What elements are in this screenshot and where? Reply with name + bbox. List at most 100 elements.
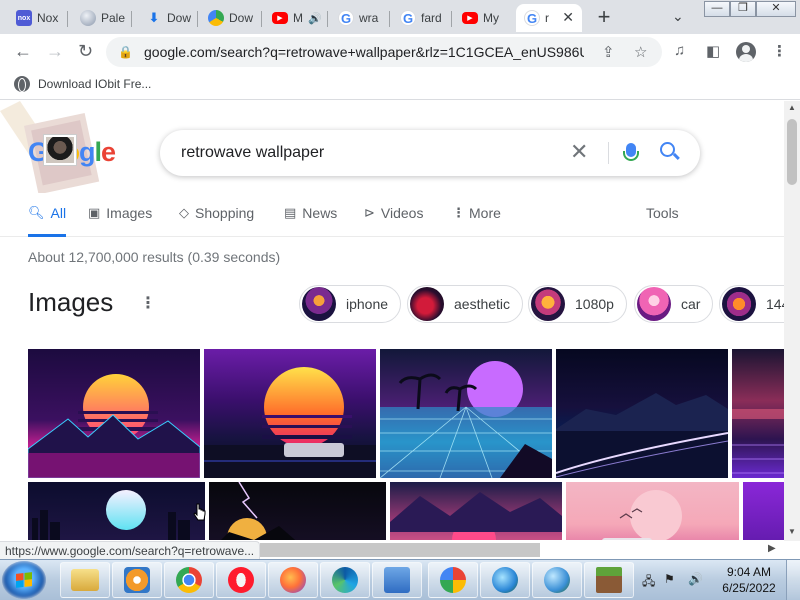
firefox-icon[interactable] — [268, 562, 318, 598]
image-result[interactable] — [390, 482, 562, 540]
tab-more[interactable]: ⋮ More — [452, 203, 501, 237]
file-explorer-icon[interactable] — [60, 562, 110, 598]
tab-images[interactable]: ▣ Images — [88, 203, 152, 237]
horizontal-scrollbar-thumb[interactable] — [260, 543, 540, 557]
forward-arrow-icon[interactable]: → — [46, 41, 64, 61]
maximize-button[interactable]: ❐ — [730, 1, 756, 17]
globe-icon — [14, 76, 30, 92]
volume-icon[interactable]: 🔊 — [688, 572, 703, 586]
profile-avatar-icon[interactable] — [736, 42, 756, 62]
image-result[interactable] — [28, 349, 200, 478]
tab-google-fard[interactable]: G fard — [392, 4, 452, 32]
tab-youtube-my[interactable]: ▶ My — [454, 4, 514, 32]
image-result[interactable] — [380, 349, 552, 478]
clock-date: 6/25/2022 — [722, 581, 776, 595]
tools-button[interactable]: Tools — [646, 205, 679, 221]
tag-icon: ◇ — [179, 205, 189, 220]
bookmark-item[interactable]: Download IObit Fre... — [14, 76, 151, 92]
tab-news[interactable]: ▤ News — [284, 203, 337, 237]
address-bar[interactable]: 🔒 google.com/search?q=retrowave+wallpape… — [106, 37, 662, 67]
tab-videos[interactable]: ⊳ Videos — [364, 203, 423, 237]
scroll-down-icon[interactable]: ▼ — [788, 527, 796, 536]
tab-google-active[interactable]: G r ✕ — [516, 4, 582, 32]
network-settings-icon[interactable] — [532, 562, 582, 598]
lock-icon[interactable]: 🔒 — [118, 45, 133, 59]
image-icon: ▣ — [88, 205, 101, 220]
reload-icon[interactable]: ↻ — [78, 41, 93, 61]
chip-car[interactable]: car — [634, 285, 714, 323]
search-icon[interactable] — [660, 142, 675, 157]
network-tray-icon[interactable]: 🖧 — [642, 572, 655, 593]
chrome-icon[interactable] — [164, 562, 214, 598]
chip-thumbnail — [302, 287, 336, 321]
tab-shopping[interactable]: ◇ Shopping — [179, 203, 254, 237]
retrowave-car-image — [204, 367, 376, 478]
image-result[interactable] — [556, 349, 728, 478]
image-result[interactable] — [209, 482, 386, 540]
tab-google-wrap[interactable]: G wra — [330, 4, 390, 32]
control-panel-icon[interactable] — [372, 562, 422, 598]
scroll-up-icon[interactable]: ▲ — [788, 103, 796, 112]
tab-label: Dow — [229, 11, 254, 25]
scroll-right-icon[interactable]: ▶ — [768, 543, 776, 554]
pale-moon-icon — [80, 10, 96, 26]
share-icon[interactable]: ⇪ — [602, 43, 615, 61]
search-input[interactable]: retrowave wallpaper — [181, 144, 324, 162]
media-control-icon[interactable]: ♫ — [674, 42, 685, 59]
chevron-down-icon[interactable]: ⌄ — [672, 8, 684, 25]
photos-icon[interactable] — [428, 562, 478, 598]
bookmark-star-icon[interactable]: ☆ — [634, 43, 647, 61]
side-panel-icon[interactable]: ◧ — [706, 42, 720, 60]
action-center-icon[interactable]: ⚑ — [664, 572, 675, 586]
network-icon[interactable] — [480, 562, 530, 598]
image-result[interactable] — [28, 482, 205, 540]
chip-aesthetic[interactable]: aesthetic — [407, 285, 524, 323]
news-icon: ▤ — [284, 205, 297, 220]
tab-label: r — [545, 11, 549, 25]
more-vert-icon: ⋮ — [452, 205, 465, 220]
chip-iphone[interactable]: iphone — [299, 285, 402, 323]
minecraft-icon[interactable] — [584, 562, 634, 598]
image-result[interactable] — [566, 482, 739, 540]
microphone-icon[interactable] — [623, 143, 639, 161]
tab-pale[interactable]: Pale — [72, 4, 132, 32]
chip-label: aesthetic — [454, 296, 511, 312]
windows-taskbar: 🖧 ⚑ 🔊 9:04 AM 6/25/2022 — [0, 559, 800, 600]
google-icon: G — [524, 10, 540, 26]
tab-all[interactable]: 🔍︎ All — [28, 203, 66, 237]
tab-youtube-music[interactable]: ▶ M 🔊 — [264, 4, 328, 32]
show-desktop-button[interactable] — [786, 560, 800, 600]
chip-144[interactable]: 144 — [719, 285, 784, 323]
tab-label: Nox — [37, 11, 59, 25]
back-arrow-icon[interactable]: ← — [14, 41, 32, 61]
clear-search-icon[interactable]: ✕ — [570, 139, 588, 165]
image-result[interactable] — [732, 349, 784, 478]
vertical-scrollbar[interactable]: ▲ ▼ — [784, 101, 800, 541]
scrollbar-thumb[interactable] — [787, 119, 797, 185]
new-tab-button[interactable]: + — [594, 5, 614, 29]
media-player-icon[interactable] — [112, 562, 162, 598]
close-window-button[interactable]: ✕ — [756, 1, 796, 17]
download-site-icon — [208, 10, 224, 26]
opera-icon[interactable] — [216, 562, 266, 598]
chip-label: 144 — [766, 296, 784, 312]
tab-download-2[interactable]: Dow — [200, 4, 262, 32]
minimize-button[interactable]: — — [704, 1, 730, 17]
close-tab-icon[interactable]: ✕ — [562, 9, 574, 26]
chip-1080p[interactable]: 1080p — [528, 285, 627, 323]
address-url[interactable]: google.com/search?q=retrowave+wallpaper&… — [144, 44, 584, 60]
more-vert-icon[interactable]: ⋮ — [140, 293, 156, 313]
chip-label: iphone — [346, 296, 389, 312]
image-result[interactable] — [204, 349, 376, 478]
edge-icon[interactable] — [320, 562, 370, 598]
system-clock[interactable]: 9:04 AM 6/25/2022 — [716, 564, 782, 596]
tab-nox[interactable]: nox Nox — [8, 4, 68, 32]
start-button[interactable] — [2, 561, 46, 599]
tab-label: Videos — [380, 205, 424, 221]
tab-label: Pale — [101, 11, 126, 25]
image-result[interactable] — [743, 482, 784, 540]
speaker-icon[interactable]: 🔊 — [308, 12, 322, 25]
search-box[interactable]: retrowave wallpaper ✕ — [160, 130, 700, 176]
browser-menu-icon[interactable]: ⋮ — [772, 42, 787, 60]
tab-download[interactable]: ⬇ Dow — [138, 4, 198, 32]
